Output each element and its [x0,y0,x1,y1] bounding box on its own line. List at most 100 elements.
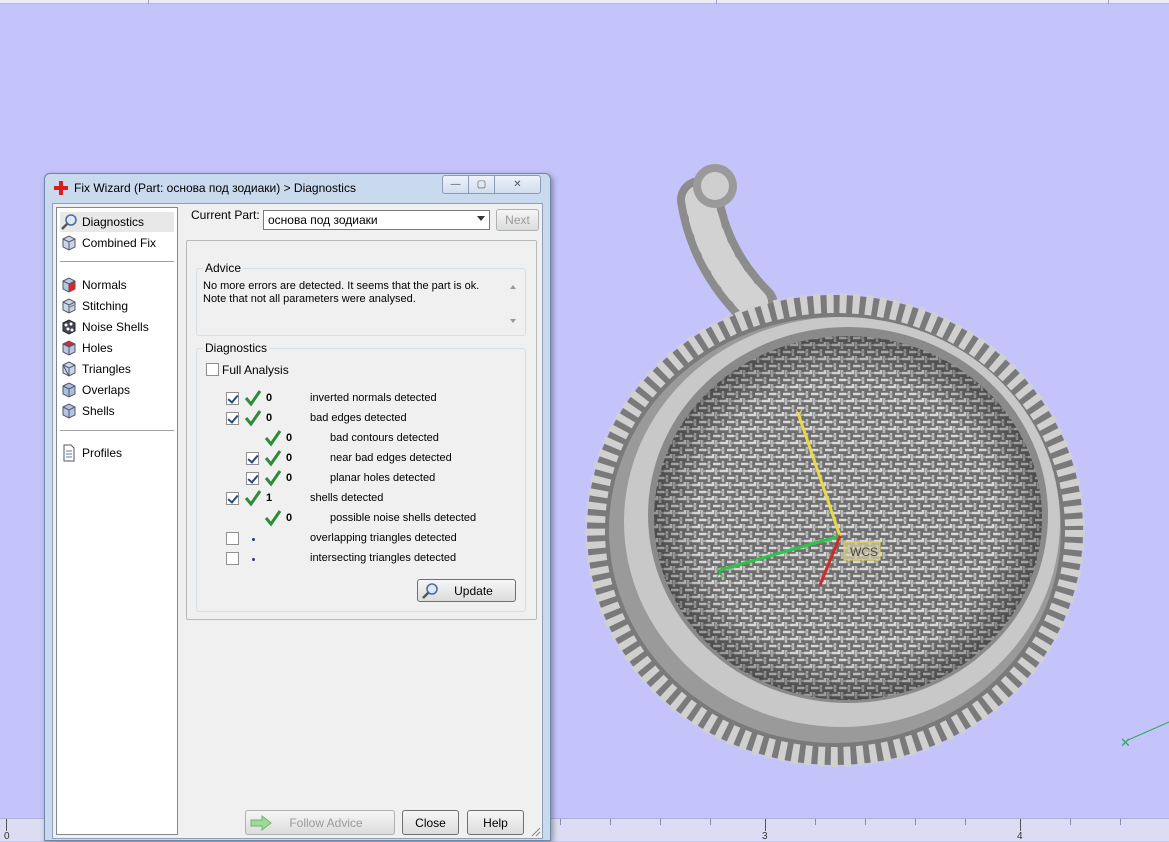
row-checkbox[interactable] [226,492,239,505]
full-analysis-label: Full Analysis [222,363,289,377]
svg-text:X: X [716,566,724,580]
nav-item-noise-shells[interactable]: Noise Shells [60,317,174,337]
dialog-client-area: Diagnostics Combined Fix Normals Stitchi… [52,203,543,839]
advice-group: Advice No more errors are detected. It s… [196,261,526,336]
dialog-titlebar[interactable]: Fix Wizard (Part: основа под зодиаки) > … [45,174,550,202]
nav-item-normals[interactable]: Normals [60,275,174,295]
nav-item-label: Normals [82,278,127,292]
viewport-top-border [0,0,1169,4]
current-part-label: Current Part: [191,208,260,222]
nav-separator [60,430,174,431]
full-analysis-checkbox[interactable] [206,363,219,376]
nav-item-shells[interactable]: Shells [60,401,174,421]
wcs-label: WCS [850,545,878,559]
advice-scrollbar[interactable] [506,281,520,327]
overlaps-cube-icon [62,382,76,398]
row-checkbox[interactable] [226,552,239,565]
close-icon: ✕ [513,179,522,190]
fix-wizard-dialog: Fix Wizard (Part: основа под зодиаки) > … [44,173,551,841]
green-check-icon [264,450,282,467]
pendant-3d-model[interactable]: Y X WCS [580,160,1120,780]
nav-item-label: Combined Fix [82,236,157,250]
minimize-button[interactable]: — [442,175,469,194]
help-button[interactable]: Help [467,810,524,835]
top-tick [716,0,717,4]
row-label: inverted normals detected [310,392,437,404]
row-count: 0 [286,512,293,524]
ruler-label: 4 [1017,831,1023,842]
current-part-select[interactable]: основа под зодиаки [263,210,490,230]
resize-grip-icon[interactable] [529,825,541,837]
scroll-up-icon [510,285,516,289]
green-check-icon [264,430,282,447]
axis-line [1128,721,1169,741]
row-checkbox[interactable] [226,412,239,425]
noise-shells-icon [62,319,76,335]
diagnostics-group: Diagnostics Full Analysis 0 inverted nor… [196,341,526,612]
advice-line: Note that not all parameters were analys… [203,293,416,305]
maximize-icon: ▢ [476,179,487,190]
chevron-down-icon [477,216,485,221]
row-count: 0 [286,472,293,484]
green-check-icon [264,510,282,527]
row-checkbox[interactable] [246,472,259,485]
row-label: overlapping triangles detected [310,532,457,544]
nav-item-label: Holes [82,341,113,355]
close-button[interactable]: Close [402,810,459,835]
green-check-icon [244,410,262,427]
diagnostics-panel: Advice No more errors are detected. It s… [186,240,537,620]
next-button[interactable]: Next [496,209,539,231]
svg-text:Y: Y [795,407,803,421]
ruler-label: 0 [4,831,10,842]
green-check-icon [244,490,262,507]
update-button[interactable]: Update [417,579,516,602]
row-label: planar holes detected [330,472,436,484]
maximize-button[interactable]: ▢ [468,175,495,194]
nav-item-diagnostics[interactable]: Diagnostics [60,212,174,232]
not-analysed-dot-icon [252,558,255,561]
wizard-nav: Diagnostics Combined Fix Normals Stitchi… [56,207,178,835]
scroll-down-icon [510,319,516,323]
nav-item-profiles[interactable]: Profiles [60,443,174,463]
follow-advice-button[interactable]: Follow Advice [245,810,395,835]
advice-text: No more errors are detected. It seems th… [203,280,513,330]
row-count: 0 [286,452,293,464]
top-tick [1108,0,1109,4]
nav-item-label: Profiles [82,446,123,460]
nav-item-holes[interactable]: Holes [60,338,174,358]
nav-item-triangles[interactable]: Triangles [60,359,174,379]
row-label: bad edges detected [310,412,407,424]
red-cross-icon [54,181,68,195]
triangles-cube-icon [62,361,76,377]
row-checkbox[interactable] [246,452,259,465]
ruler-label: 3 [762,831,768,842]
advice-title: Advice [203,261,244,275]
nav-item-stitching[interactable]: Stitching [60,296,174,316]
row-label: intersecting triangles detected [310,552,457,564]
green-check-icon [244,390,262,407]
minimize-icon: — [450,179,461,190]
nav-item-label: Diagnostics [82,215,145,229]
diagnostics-title: Diagnostics [203,341,270,355]
update-label: Update [454,583,493,598]
not-analysed-dot-icon [252,538,255,541]
shells-cube-icon [62,403,76,419]
row-label: possible noise shells detected [330,512,477,524]
close-window-button[interactable]: ✕ [494,175,541,194]
stitching-cube-icon [62,298,76,314]
nav-item-overlaps[interactable]: Overlaps [60,380,174,400]
top-tick [148,0,149,4]
advice-line: No more errors are detected. It seems th… [203,280,480,292]
row-checkbox[interactable] [226,532,239,545]
row-count: 0 [286,432,293,444]
row-label: near bad edges detected [330,452,452,464]
current-part-value: основа под зодиаки [268,213,378,227]
nav-item-combined-fix[interactable]: Combined Fix [60,233,174,253]
row-label: shells detected [310,492,384,504]
row-checkbox[interactable] [226,392,239,405]
green-check-icon [264,470,282,487]
row-label: bad contours detected [330,432,439,444]
row-count: 0 [266,412,273,424]
magnifier-icon [61,214,77,230]
green-arrow-icon [250,815,272,831]
